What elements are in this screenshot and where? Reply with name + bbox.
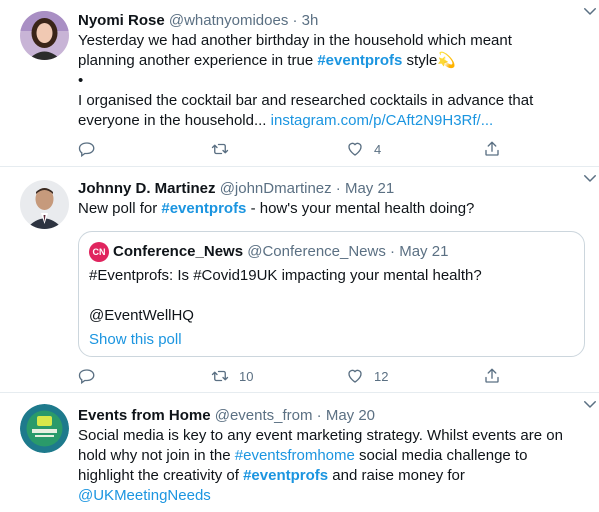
- like-count: 4: [374, 141, 382, 157]
- text-line: highlight the creativity of #eventprofs …: [78, 466, 585, 486]
- text-segment: everyone in the household...: [78, 112, 271, 129]
- external-link[interactable]: instagram.com/p/CAft2N9H3Rf/...: [271, 112, 494, 129]
- tweet-content: Nyomi Rose @whatnyomidoes · 3h Yesterday…: [78, 11, 585, 131]
- quoted-tweet[interactable]: CN Conference_News @Conference_News · Ma…: [78, 231, 585, 357]
- show-poll-link[interactable]: Show this poll: [89, 330, 574, 350]
- author-name[interactable]: Events from Home: [78, 407, 211, 424]
- retweet-button[interactable]: 10: [211, 366, 253, 386]
- text-segment: New poll for: [78, 200, 162, 217]
- author-handle[interactable]: @johnDmartinez: [220, 180, 332, 197]
- text-line: hold why not join in the #eventsfromhome…: [78, 446, 585, 466]
- text-segment: style: [402, 52, 438, 69]
- quoted-tweet-header: Conference_News @Conference_News · May 2…: [113, 242, 574, 262]
- tweet-text: Social media is key to any event marketi…: [78, 426, 585, 506]
- text-segment: and raise money for: [328, 467, 465, 484]
- share-button[interactable]: [483, 366, 501, 386]
- tweet-header: Events from Home @events_from · May 20: [78, 406, 585, 426]
- timestamp[interactable]: May 21: [345, 180, 394, 197]
- author-name[interactable]: Nyomi Rose: [78, 12, 165, 29]
- hashtag-link[interactable]: #eventprofs: [317, 52, 402, 69]
- tweet[interactable]: Events from Home @events_from · May 20 S…: [0, 393, 599, 512]
- heart-icon: [348, 369, 362, 383]
- share-icon: [485, 368, 499, 383]
- like-button[interactable]: 12: [346, 366, 388, 386]
- hashtag-link[interactable]: #eventprofs: [243, 467, 328, 484]
- text-line: everyone in the household... instagram.c…: [78, 111, 585, 131]
- reply-button[interactable]: [78, 366, 106, 386]
- mention-link[interactable]: @UKMeetingNeeds: [78, 487, 211, 504]
- author-handle[interactable]: @events_from: [215, 407, 313, 424]
- quoted-author-name[interactable]: Conference_News: [113, 243, 243, 260]
- text-segment: planning another experience in true: [78, 52, 318, 69]
- heart-icon: [348, 142, 362, 156]
- chevron-down-icon[interactable]: [581, 395, 599, 413]
- text-segment: social media challenge to: [354, 447, 528, 464]
- tweet[interactable]: Nyomi Rose @whatnyomidoes · 3h Yesterday…: [0, 0, 599, 167]
- retweet-icon: [211, 370, 229, 382]
- sparkle-emoji: 💫: [437, 52, 457, 69]
- text-segment: - how's your mental health doing?: [246, 200, 475, 217]
- text-line: @UKMeetingNeeds: [78, 486, 585, 506]
- bullet: •: [78, 72, 84, 89]
- like-count: 12: [374, 368, 389, 384]
- tweet-text: Yesterday we had another birthday in the…: [78, 31, 585, 131]
- avatar[interactable]: [20, 404, 69, 453]
- avatar: CN: [89, 242, 109, 262]
- separator: ·: [390, 243, 396, 260]
- share-button[interactable]: [483, 139, 501, 159]
- quoted-author-handle[interactable]: @Conference_News: [247, 243, 386, 260]
- like-button[interactable]: 4: [346, 139, 381, 159]
- separator: ·: [335, 180, 341, 197]
- tweet-actions: 4: [78, 139, 508, 159]
- chevron-down-icon[interactable]: [581, 2, 599, 20]
- author-name[interactable]: Johnny D. Martinez: [78, 180, 216, 197]
- tweet-header: Nyomi Rose @whatnyomidoes · 3h: [78, 11, 585, 31]
- text-segment: hold why not join in the: [78, 447, 235, 464]
- tweet-text: New poll for #eventprofs - how's your me…: [78, 199, 585, 219]
- text-line: I organised the cocktail bar and researc…: [78, 92, 534, 109]
- hashtag-link[interactable]: #eventprofs: [161, 200, 246, 217]
- retweet-icon: [211, 143, 229, 155]
- separator: ·: [316, 407, 322, 424]
- tweet-content: Johnny D. Martinez @johnDmartinez · May …: [78, 179, 585, 357]
- hashtag-link[interactable]: #eventsfromhome: [235, 447, 355, 464]
- retweet-button[interactable]: [211, 139, 239, 159]
- avatar[interactable]: [20, 180, 69, 229]
- text-segment: highlight the creativity of: [78, 467, 244, 484]
- timeline-feed: Nyomi Rose @whatnyomidoes · 3h Yesterday…: [0, 0, 599, 512]
- quoted-tweet-text: #Eventprofs: Is #Covid19UK impacting you…: [89, 267, 482, 284]
- quoted-mention: @EventWellHQ: [89, 307, 194, 324]
- avatar[interactable]: [20, 11, 69, 60]
- author-handle[interactable]: @whatnyomidoes: [169, 12, 288, 29]
- text-line: planning another experience in true #eve…: [78, 51, 585, 71]
- tweet[interactable]: Johnny D. Martinez @johnDmartinez · May …: [0, 167, 599, 393]
- timestamp[interactable]: 3h: [302, 12, 319, 29]
- quoted-timestamp[interactable]: May 21: [399, 243, 448, 260]
- tweet-header: Johnny D. Martinez @johnDmartinez · May …: [78, 179, 585, 199]
- text-line: Social media is key to any event marketi…: [78, 427, 563, 444]
- chevron-down-icon[interactable]: [581, 169, 599, 187]
- share-icon: [485, 141, 499, 156]
- reply-icon: [78, 369, 95, 385]
- timestamp[interactable]: May 20: [326, 407, 375, 424]
- tweet-actions: 10 12: [78, 366, 508, 386]
- reply-button[interactable]: [78, 139, 106, 159]
- retweet-count: 10: [239, 368, 254, 384]
- separator: ·: [292, 12, 298, 29]
- reply-icon: [78, 142, 95, 158]
- tweet-content: Events from Home @events_from · May 20 S…: [78, 406, 585, 506]
- text-line: Yesterday we had another birthday in the…: [78, 32, 512, 49]
